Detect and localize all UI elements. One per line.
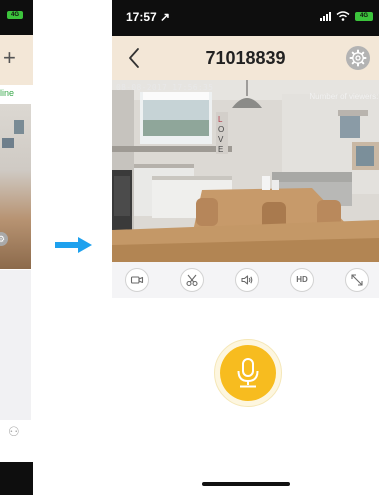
previous-screen-preview: 4G + line ⚙ ⚇ bbox=[0, 0, 33, 495]
thumbnail-window bbox=[14, 120, 24, 134]
previous-bottom-bar bbox=[0, 462, 33, 495]
talk-button[interactable] bbox=[220, 345, 276, 401]
status-bar: 17:57 ↗ 4G bbox=[112, 0, 379, 36]
video-timestamp: 08-08-2017 17:56:35 bbox=[116, 83, 214, 92]
speaker-icon bbox=[241, 275, 253, 285]
screenshot-button[interactable] bbox=[180, 268, 204, 292]
screenshot-icon bbox=[186, 274, 198, 287]
status-time: 17:57 ↗ bbox=[126, 10, 171, 24]
microphone-icon bbox=[237, 358, 259, 388]
transition-arrow-icon bbox=[55, 242, 79, 248]
viewer-count: Number of viewers: 1 bbox=[309, 92, 379, 101]
thumbnail-window bbox=[2, 138, 14, 148]
live-video-feed[interactable]: L O V E 08-08-2017 17:56:35 Number of vi… bbox=[112, 80, 379, 262]
video-toolbar: HD bbox=[112, 262, 379, 298]
svg-text:E: E bbox=[218, 145, 223, 154]
talk-area bbox=[112, 298, 379, 463]
bottom-bar bbox=[112, 463, 379, 495]
hd-button[interactable]: HD bbox=[290, 268, 314, 292]
record-button[interactable] bbox=[125, 268, 149, 292]
previous-list-area bbox=[0, 270, 31, 420]
battery-icon: 4G bbox=[355, 11, 373, 21]
transition-arrow-head bbox=[78, 237, 92, 253]
nav-bar: 71018839 bbox=[112, 36, 379, 80]
gear-icon bbox=[349, 49, 367, 67]
fullscreen-icon bbox=[351, 274, 363, 286]
svg-text:O: O bbox=[218, 125, 224, 134]
record-video-icon bbox=[130, 276, 144, 284]
page-title: 71018839 bbox=[205, 48, 286, 68]
battery-icon: 4G bbox=[7, 11, 23, 19]
settings-button[interactable] bbox=[346, 46, 370, 70]
previous-status-bar: 4G bbox=[0, 0, 33, 35]
svg-text:V: V bbox=[218, 135, 224, 144]
camera-live-screen: 17:57 ↗ 4G 71018839 L O V E 08-08-2017 1… bbox=[112, 0, 379, 495]
wifi-icon bbox=[336, 11, 350, 21]
person-icon[interactable]: ⚇ bbox=[8, 424, 20, 440]
fullscreen-button[interactable] bbox=[345, 268, 369, 292]
signal-icon bbox=[320, 11, 331, 21]
home-indicator[interactable] bbox=[202, 482, 290, 486]
kitchen-scene-image: L O V E bbox=[112, 80, 379, 262]
svg-text:L: L bbox=[218, 115, 223, 124]
status-indicators: 4G bbox=[320, 9, 373, 23]
add-device-button[interactable]: + bbox=[3, 47, 16, 69]
audio-button[interactable] bbox=[235, 268, 259, 292]
online-status-text: line bbox=[0, 88, 15, 98]
